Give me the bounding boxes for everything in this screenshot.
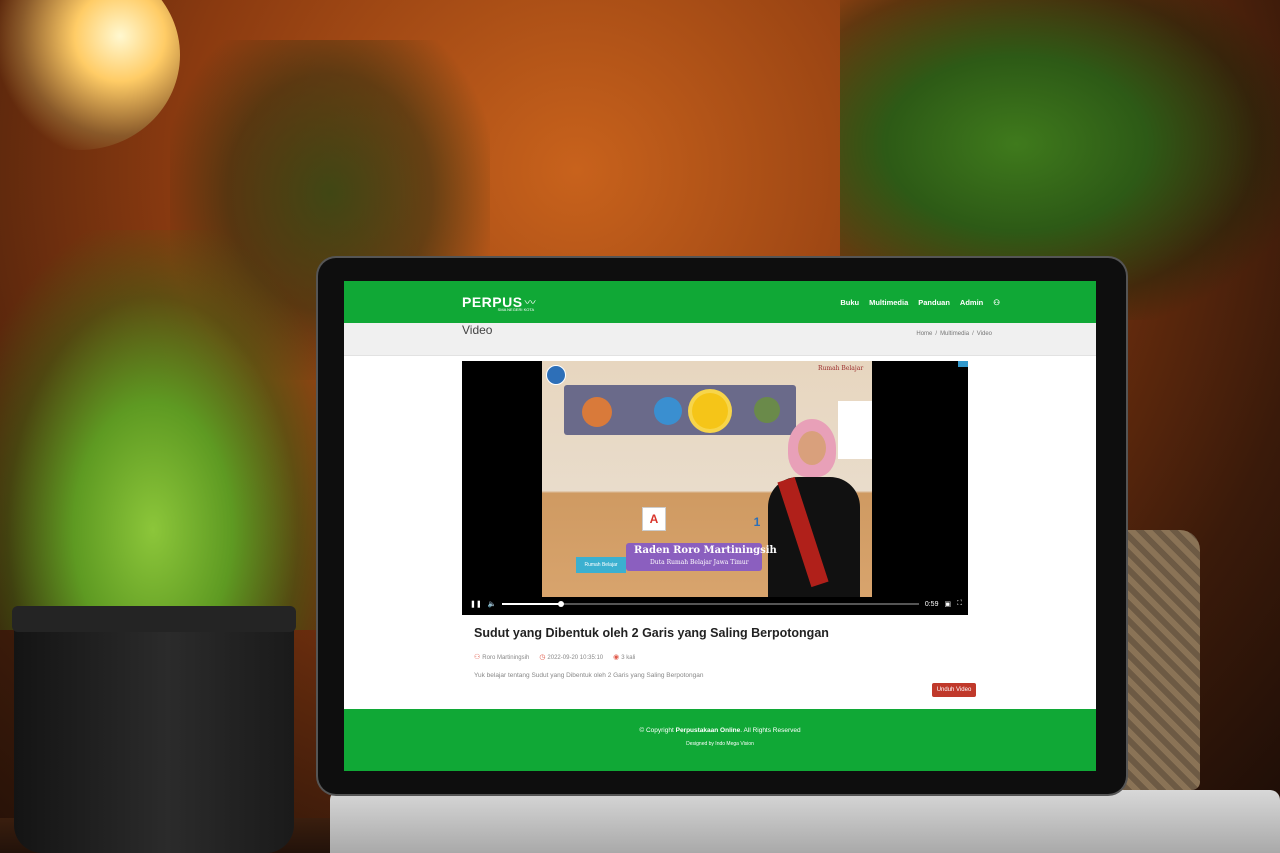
letter-card: A [642,507,666,531]
footer: © Copyright Perpustakaan Online. All Rig… [344,709,1096,771]
pause-icon[interactable]: ❚❚ [470,600,482,608]
eye-icon: ◉ [613,654,620,661]
copyright-text: © Copyright Perpustakaan Online. All Rig… [344,727,1096,734]
meta-date: ◷ 2022-09-20 10:35:10 [539,653,603,661]
pip-icon[interactable]: ▣ [944,600,951,608]
nav-item-admin[interactable]: Admin [960,298,983,307]
presenter-face [798,431,826,465]
page-title: Video [462,323,493,337]
laptop-screen: PERPUS 〰 SMA NEGERI KOTA Buku Multimedia… [344,281,1096,771]
nameplate-subtitle: Duta Rumah Belajar Jawa Timur [650,559,749,566]
fullscreen-icon[interactable]: ⛶ [957,600,962,608]
desk-lamp [0,0,180,150]
meta-views: ◉ 3 kali [613,653,635,661]
breadcrumb-separator: / [935,331,938,337]
volume-icon[interactable]: 🔈 [488,600,497,608]
author-name: Roro Martiningsih [482,655,530,661]
video-title: Sudut yang Dibentuk oleh 2 Garis yang Sa… [474,626,829,640]
player-controls: ❚❚ 🔈 0:59 ▣ ⛶ [470,597,962,611]
channel-logo: Rumah Belajar [576,557,626,573]
user-icon[interactable]: ⚇ [993,298,1000,307]
top-navbar: PERPUS 〰 SMA NEGERI KOTA Buku Multimedia… [344,281,1096,323]
breadcrumb-bar: Video Home / Multimedia / Video [344,323,1096,356]
breadcrumb-multimedia[interactable]: Multimedia [940,331,969,337]
user-icon: ⚇ [474,654,481,661]
saturn-icon [582,397,612,427]
breadcrumb: Home / Multimedia / Video [916,331,992,337]
planet-banner [564,385,796,435]
video-frame[interactable]: Rumah Belajar A 1 Rumah Belajar Raden Ro… [542,361,872,597]
progress-handle[interactable] [557,601,564,607]
video-meta: ⚇ Roro Martiningsih ◷ 2022-09-20 10:35:10 … [474,653,635,661]
clock-icon: ◷ [539,654,546,661]
download-video-button[interactable]: Unduh Video [932,683,976,697]
breadcrumb-home[interactable]: Home [916,331,932,337]
nav-item-multimedia[interactable]: Multimedia [869,298,908,307]
designed-by: Designed by Indo Mega Vision [686,741,754,747]
nav-item-buku[interactable]: Buku [840,298,859,307]
site-logo[interactable]: PERPUS 〰 SMA NEGERI KOTA [462,294,536,312]
presenter [764,419,864,597]
laptop-keyboard [330,790,1280,853]
copyright-name: Perpustakaan Online [675,727,741,734]
time-display: 0:59 [924,600,939,608]
breadcrumb-video: Video [976,331,992,337]
presenter-nameplate: Raden Roro Martiningsih Duta Rumah Belaj… [626,543,777,571]
ad-info-icon[interactable] [958,361,968,367]
upload-date: 2022-09-20 10:35:10 [547,655,604,661]
progress-fill [502,603,561,605]
ministry-logo [546,365,566,385]
nav-item-panduan[interactable]: Panduan [918,298,950,307]
earth-icon [654,397,682,425]
video-player[interactable]: Rumah Belajar A 1 Rumah Belajar Raden Ro… [462,361,968,615]
copyright-prefix: © Copyright [639,727,676,734]
video-description: Yuk belajar tentang Sudut yang Dibentuk … [474,672,704,679]
plant-pot [12,606,296,853]
meta-author: ⚇ Roro Martiningsih [474,653,529,661]
copyright-suffix: . All Rights Reserved [740,727,801,734]
logo-subtitle: SMA NEGERI KOTA [497,307,535,312]
video-watermark: Rumah Belajar [818,365,864,372]
progress-bar[interactable] [502,601,919,607]
breadcrumb-separator: / [972,331,974,337]
view-count: 3 kali [621,655,636,661]
nameplate-name: Raden Roro Martiningsih [634,545,777,556]
sun-icon [692,393,728,429]
nav-menu: Buku Multimedia Panduan Admin ⚇ [840,298,1000,307]
grass-plant [0,230,340,630]
